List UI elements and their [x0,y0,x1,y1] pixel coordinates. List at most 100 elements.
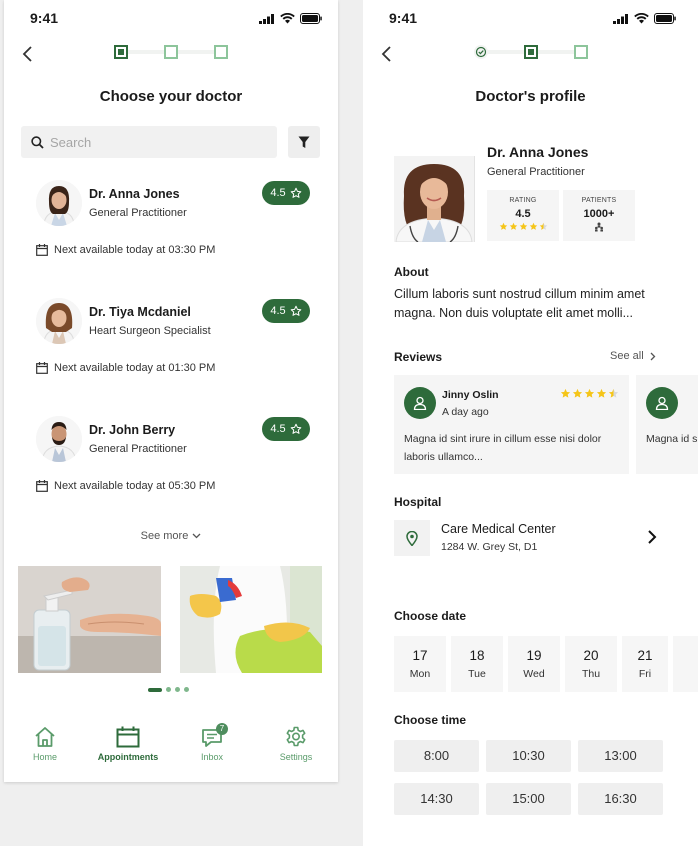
review-time: A day ago [442,406,489,418]
rating-stat: RATING 4.5 [487,190,559,241]
time-option[interactable]: 10:30 [486,740,571,772]
inbox-badge: 7 [216,723,228,735]
rating-badge: 4.5 [262,299,310,323]
location-pin-container [394,520,430,556]
tab-home[interactable]: Home [5,722,85,762]
calendar-icon [116,726,140,748]
filter-button[interactable] [288,126,320,158]
reviews-title: Reviews [394,350,443,364]
back-chevron-icon[interactable] [18,44,38,64]
date-day: Mon [409,668,431,680]
rating-stars [487,222,559,231]
star-icon [499,222,507,230]
carousel-dot[interactable] [175,687,180,692]
next-available-text: Next available today at 01:30 PM [54,362,216,374]
date-day: Fri [638,668,652,680]
review-card[interactable]: Magna id sint irure laboris ullamco... [636,375,698,474]
search-bar[interactable] [21,126,277,158]
date-number: 21 [637,648,653,663]
date-day: Thu [581,668,601,680]
signal-icon [613,13,628,24]
hospital-name[interactable]: Care Medical Center [441,522,556,536]
review-card[interactable]: Jinny Oslin A day ago Magna id sint irur… [394,375,629,474]
choose-time-title: Choose time [394,713,467,727]
about-title: About [394,265,429,279]
time-option[interactable]: 15:00 [486,783,571,815]
date-option[interactable]: 19 Wed [508,636,560,692]
doctor-specialty: General Practitioner [89,443,187,455]
date-option-partial[interactable] [673,636,698,692]
carousel-dot[interactable] [184,687,189,692]
review-text: Magna id sint irure laboris ullamco... [646,433,698,445]
doctor-profile-screen: 9:41 Doctor's profile Dr. Anna Jones Gen… [363,0,698,846]
step-2 [524,45,538,59]
next-available-text: Next available today at 03:30 PM [54,244,216,256]
wifi-icon [634,13,649,24]
date-day: Tue [468,668,486,680]
patients-label: PATIENTS [581,197,617,204]
check-icon [475,46,487,58]
time-option[interactable]: 8:00 [394,740,479,772]
see-all-link[interactable]: See all [610,350,656,362]
promo-banner-cleaning[interactable] [180,566,322,673]
star-icon [584,388,595,398]
tab-settings[interactable]: Settings [256,722,336,762]
user-icon [655,396,669,410]
hospital-address: 1284 W. Grey St, D1 [441,541,538,553]
tab-appointments-label: Appointments [97,752,159,762]
chevron-down-icon [192,533,201,539]
time-option[interactable]: 13:00 [578,740,663,772]
doctor-photo [394,156,474,242]
progress-stepper [114,45,228,59]
star-icon [596,388,607,398]
back-chevron-icon[interactable] [377,44,397,64]
doctor-card[interactable]: Dr. Tiya Mcdaniel Heart Surgeon Speciali… [4,298,338,408]
rating-value: 4.5 [270,423,286,435]
chevron-right-icon [650,352,656,360]
see-more-link[interactable]: See more [4,530,338,542]
location-pin-icon [406,530,418,546]
star-half-icon [608,388,619,398]
battery-icon [654,13,676,24]
tab-bar: Home Appointments 7 Inbox Settings [4,722,338,778]
date-option[interactable]: 17 Mon [394,636,446,692]
date-option[interactable]: 20 Thu [565,636,617,692]
wifi-icon [280,13,295,24]
rating-badge: 4.5 [262,417,310,441]
tab-appointments[interactable]: Appointments [88,722,168,762]
doctor-name: Dr. Anna Jones [487,144,589,160]
star-outline-icon [290,305,301,316]
doctor-card[interactable]: Dr. Anna Jones General Practitioner 4.5 … [4,180,338,290]
next-available-text: Next available today at 05:30 PM [54,480,216,492]
chevron-right-icon[interactable] [647,529,657,545]
promo-banner-hand-sanitizer[interactable] [18,566,161,673]
patients-stat: PATIENTS 1000+ [563,190,635,241]
see-all-label: See all [610,350,644,362]
carousel-dots [148,687,189,692]
time-option[interactable]: 14:30 [394,783,479,815]
doctor-specialty: Heart Surgeon Specialist [89,325,211,337]
star-icon [519,222,527,230]
signal-icon [259,13,274,24]
page-title: Doctor's profile [475,88,586,105]
next-available: Next available today at 01:30 PM [36,362,215,374]
carousel-dot[interactable] [166,687,171,692]
date-option[interactable]: 21 Fri [622,636,668,692]
status-bar: 9:41 [363,10,698,26]
date-option[interactable]: 18 Tue [451,636,503,692]
time-option[interactable]: 16:30 [578,783,663,815]
tab-settings-label: Settings [279,752,313,762]
tab-inbox-label: Inbox [200,752,224,762]
status-icons [259,13,322,24]
home-icon [35,727,55,747]
next-available: Next available today at 05:30 PM [36,480,215,492]
review-stars [560,388,619,399]
star-outline-icon [290,187,301,198]
step-2 [164,45,178,59]
carousel-dot-active[interactable] [148,687,162,692]
doctor-name: Dr. Anna Jones [89,187,180,201]
tab-home-label: Home [32,752,57,762]
tab-inbox[interactable]: 7 Inbox [172,722,252,762]
search-input[interactable] [50,134,250,150]
doctor-card[interactable]: Dr. John Berry General Practitioner 4.5 … [4,416,338,526]
